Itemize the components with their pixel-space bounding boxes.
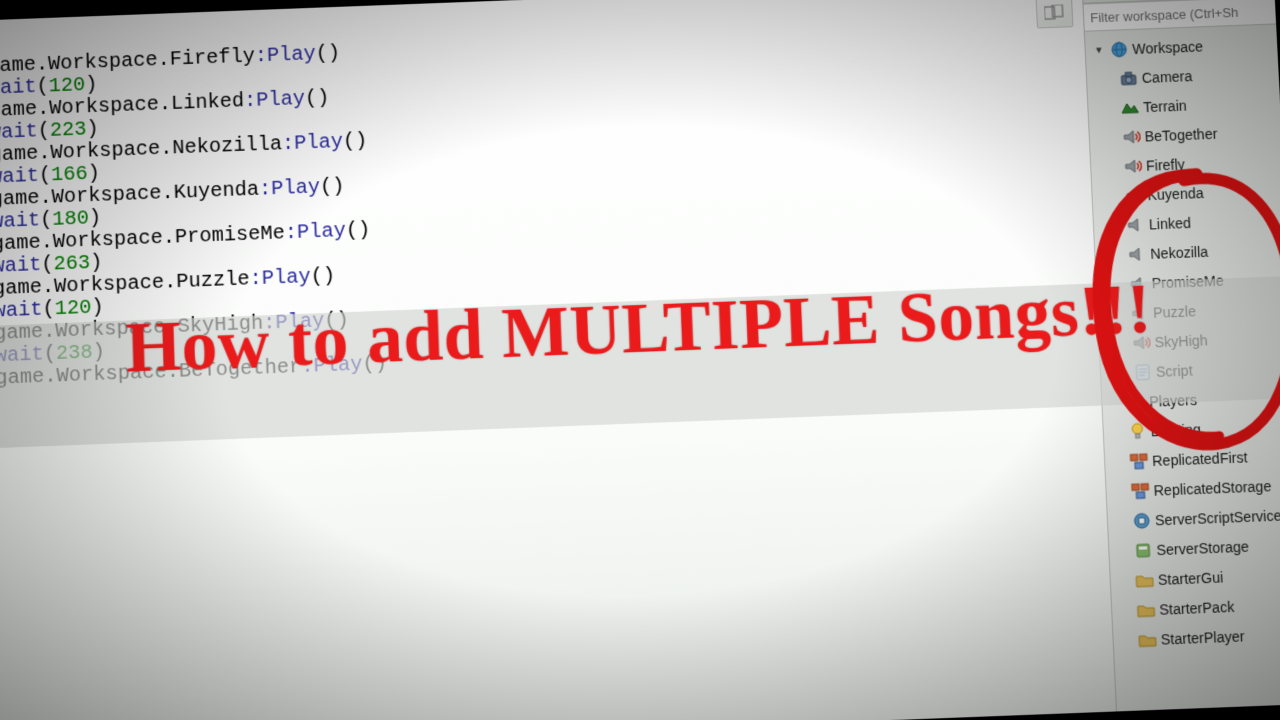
sound-icon: [1126, 215, 1145, 234]
tree-item-label: StarterPack: [1159, 598, 1235, 617]
camera-icon: [1119, 69, 1138, 88]
tree-item-label: StarterGui: [1158, 569, 1224, 588]
tree-item-label: Nekozilla: [1150, 243, 1209, 261]
globe-icon: [1110, 40, 1129, 59]
tree-item-label: StarterPlayer: [1160, 628, 1244, 648]
popout-button[interactable]: [1036, 0, 1074, 29]
tree-item-label: Camera: [1141, 67, 1192, 85]
tree-item-label: Lighting: [1150, 421, 1201, 439]
sound-on-icon: [1123, 156, 1142, 175]
light-icon: [1128, 422, 1147, 441]
folder-icon: [1135, 570, 1154, 589]
tree-item-label: Linked: [1148, 214, 1191, 232]
sound-on-icon: [1122, 127, 1141, 146]
tree-item-label: ReplicatedStorage: [1153, 477, 1271, 498]
tree-item-label: ServerStorage: [1156, 538, 1249, 558]
tree-item-starterplayer[interactable]: ▸StarterPlayer: [1113, 618, 1280, 655]
tree-item-label: Firefly: [1146, 156, 1185, 174]
terrain-icon: [1120, 98, 1139, 117]
folder-icon: [1138, 630, 1157, 649]
sound-icon: [1128, 244, 1147, 263]
popout-icon: [1044, 4, 1065, 21]
folder-icon: [1136, 600, 1155, 619]
tree-item-label: ServerScriptService: [1155, 507, 1280, 528]
sound-on-icon: [1125, 186, 1144, 205]
chevron-down-icon: ▾: [1091, 43, 1106, 58]
serverstorage-icon: [1134, 540, 1153, 559]
serverscript-icon: [1132, 511, 1151, 530]
tree-item-label: Kuyenda: [1147, 184, 1204, 202]
tree-item-label: BeTogether: [1144, 125, 1217, 144]
tree-item-label: ReplicatedFirst: [1152, 449, 1248, 469]
tree-item-label: Workspace: [1132, 38, 1203, 57]
replicated-icon: [1131, 481, 1150, 500]
tree-item-label: Terrain: [1143, 97, 1187, 115]
replicated-icon: [1129, 451, 1148, 470]
